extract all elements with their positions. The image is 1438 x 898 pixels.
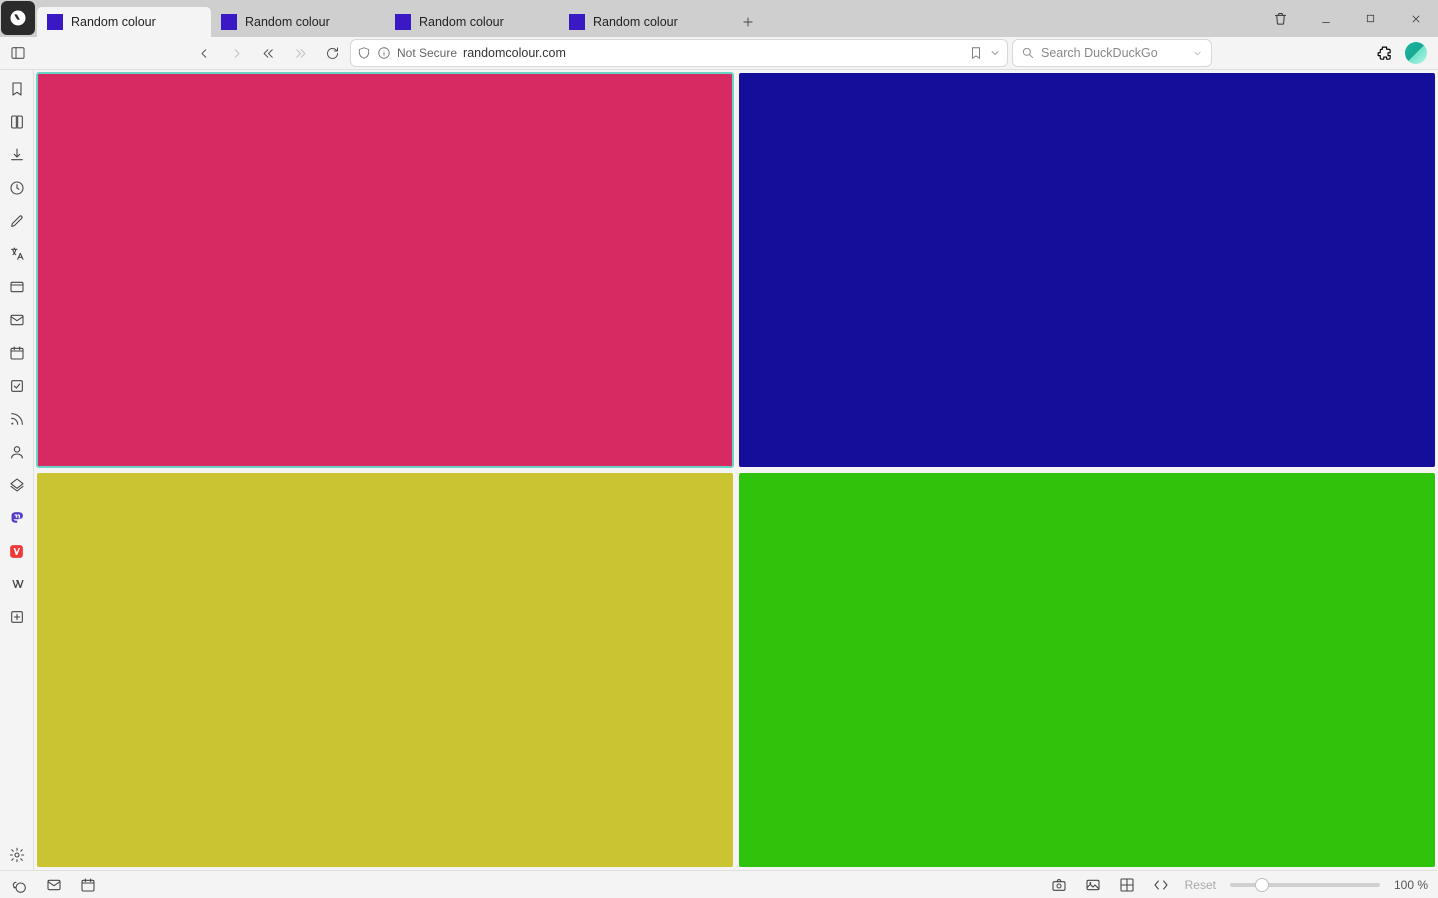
capture-page-button[interactable] <box>1049 875 1069 895</box>
maximize-button[interactable] <box>1348 0 1393 37</box>
zoom-level-label: 100 % <box>1394 878 1428 892</box>
reload-button[interactable] <box>318 39 346 67</box>
toggle-images-button[interactable] <box>1083 875 1103 895</box>
mastodon-panel-icon[interactable] <box>3 503 31 533</box>
url-text: randomcolour.com <box>463 46 963 60</box>
tab-strip: Random colour Random colour Random colou… <box>35 0 1258 37</box>
sync-status-icon[interactable] <box>10 875 30 895</box>
toggle-devtools-button[interactable] <box>1151 875 1171 895</box>
window-controls <box>1258 0 1438 37</box>
browser-tab[interactable]: Random colour <box>211 7 385 37</box>
wikipedia-panel-icon[interactable] <box>3 569 31 599</box>
zoom-reset-button[interactable]: Reset <box>1185 878 1216 892</box>
security-status-label: Not Secure <box>397 46 457 60</box>
sessions-panel-icon[interactable] <box>3 470 31 500</box>
tab-title: Random colour <box>71 15 156 29</box>
browser-tab[interactable]: Random colour <box>559 7 733 37</box>
reading-list-panel-icon[interactable] <box>3 107 31 137</box>
rewind-button[interactable] <box>254 39 282 67</box>
avatar <box>1405 42 1427 64</box>
vivaldi-social-panel-icon[interactable] <box>3 536 31 566</box>
zoom-slider[interactable] <box>1230 883 1380 887</box>
webview-tile[interactable] <box>739 73 1435 467</box>
titlebar: Random colour Random colour Random colou… <box>0 0 1438 37</box>
chevron-down-icon[interactable] <box>1192 48 1203 59</box>
status-bar: Reset 100 % <box>0 870 1438 898</box>
bookmark-icon[interactable] <box>969 46 983 60</box>
add-panel-button[interactable] <box>3 602 31 632</box>
trash-closed-tabs-button[interactable] <box>1258 0 1303 37</box>
search-placeholder: Search DuckDuckGo <box>1041 46 1186 60</box>
panel-toggle-button[interactable] <box>4 39 32 67</box>
search-engine-icon <box>1021 46 1035 60</box>
back-button[interactable] <box>190 39 218 67</box>
vivaldi-menu-button[interactable] <box>1 1 35 35</box>
browser-tab[interactable]: Random colour <box>385 7 559 37</box>
url-field[interactable]: Not Secure randomcolour.com <box>350 39 1008 67</box>
calendar-panel-icon[interactable] <box>3 338 31 368</box>
window-panel-icon[interactable] <box>3 272 31 302</box>
tab-favicon <box>221 14 237 30</box>
new-tab-button[interactable] <box>733 7 763 37</box>
side-panel <box>0 70 34 870</box>
zoom-slider-thumb[interactable] <box>1255 878 1269 892</box>
downloads-panel-icon[interactable] <box>3 140 31 170</box>
bookmarks-panel-icon[interactable] <box>3 74 31 104</box>
notes-panel-icon[interactable] <box>3 206 31 236</box>
tasks-panel-icon[interactable] <box>3 371 31 401</box>
search-field[interactable]: Search DuckDuckGo <box>1012 39 1212 67</box>
tab-favicon <box>47 14 63 30</box>
minimize-button[interactable] <box>1303 0 1348 37</box>
settings-panel-icon[interactable] <box>3 840 31 870</box>
history-panel-icon[interactable] <box>3 173 31 203</box>
browser-tab[interactable]: Random colour <box>37 7 211 37</box>
address-bar: Not Secure randomcolour.com Search DuckD… <box>0 37 1438 70</box>
extensions-button[interactable] <box>1370 39 1398 67</box>
profile-button[interactable] <box>1402 39 1430 67</box>
translate-panel-icon[interactable] <box>3 239 31 269</box>
calendar-status-icon[interactable] <box>78 875 98 895</box>
forward-button[interactable] <box>222 39 250 67</box>
tab-title: Random colour <box>245 15 330 29</box>
info-icon[interactable] <box>377 46 391 60</box>
chevron-down-icon[interactable] <box>989 47 1001 59</box>
tab-title: Random colour <box>419 15 504 29</box>
shield-icon <box>357 46 371 60</box>
contacts-panel-icon[interactable] <box>3 437 31 467</box>
close-window-button[interactable] <box>1393 0 1438 37</box>
tab-title: Random colour <box>593 15 678 29</box>
fast-forward-button[interactable] <box>286 39 314 67</box>
page-tiling-button[interactable] <box>1117 875 1137 895</box>
feeds-panel-icon[interactable] <box>3 404 31 434</box>
mail-panel-icon[interactable] <box>3 305 31 335</box>
tab-favicon <box>395 14 411 30</box>
webview-tile[interactable] <box>739 473 1435 867</box>
webview-tile[interactable] <box>37 473 733 867</box>
tab-favicon <box>569 14 585 30</box>
mail-status-icon[interactable] <box>44 875 64 895</box>
tiled-webview-area <box>34 70 1438 870</box>
webview-tile[interactable] <box>37 73 733 467</box>
